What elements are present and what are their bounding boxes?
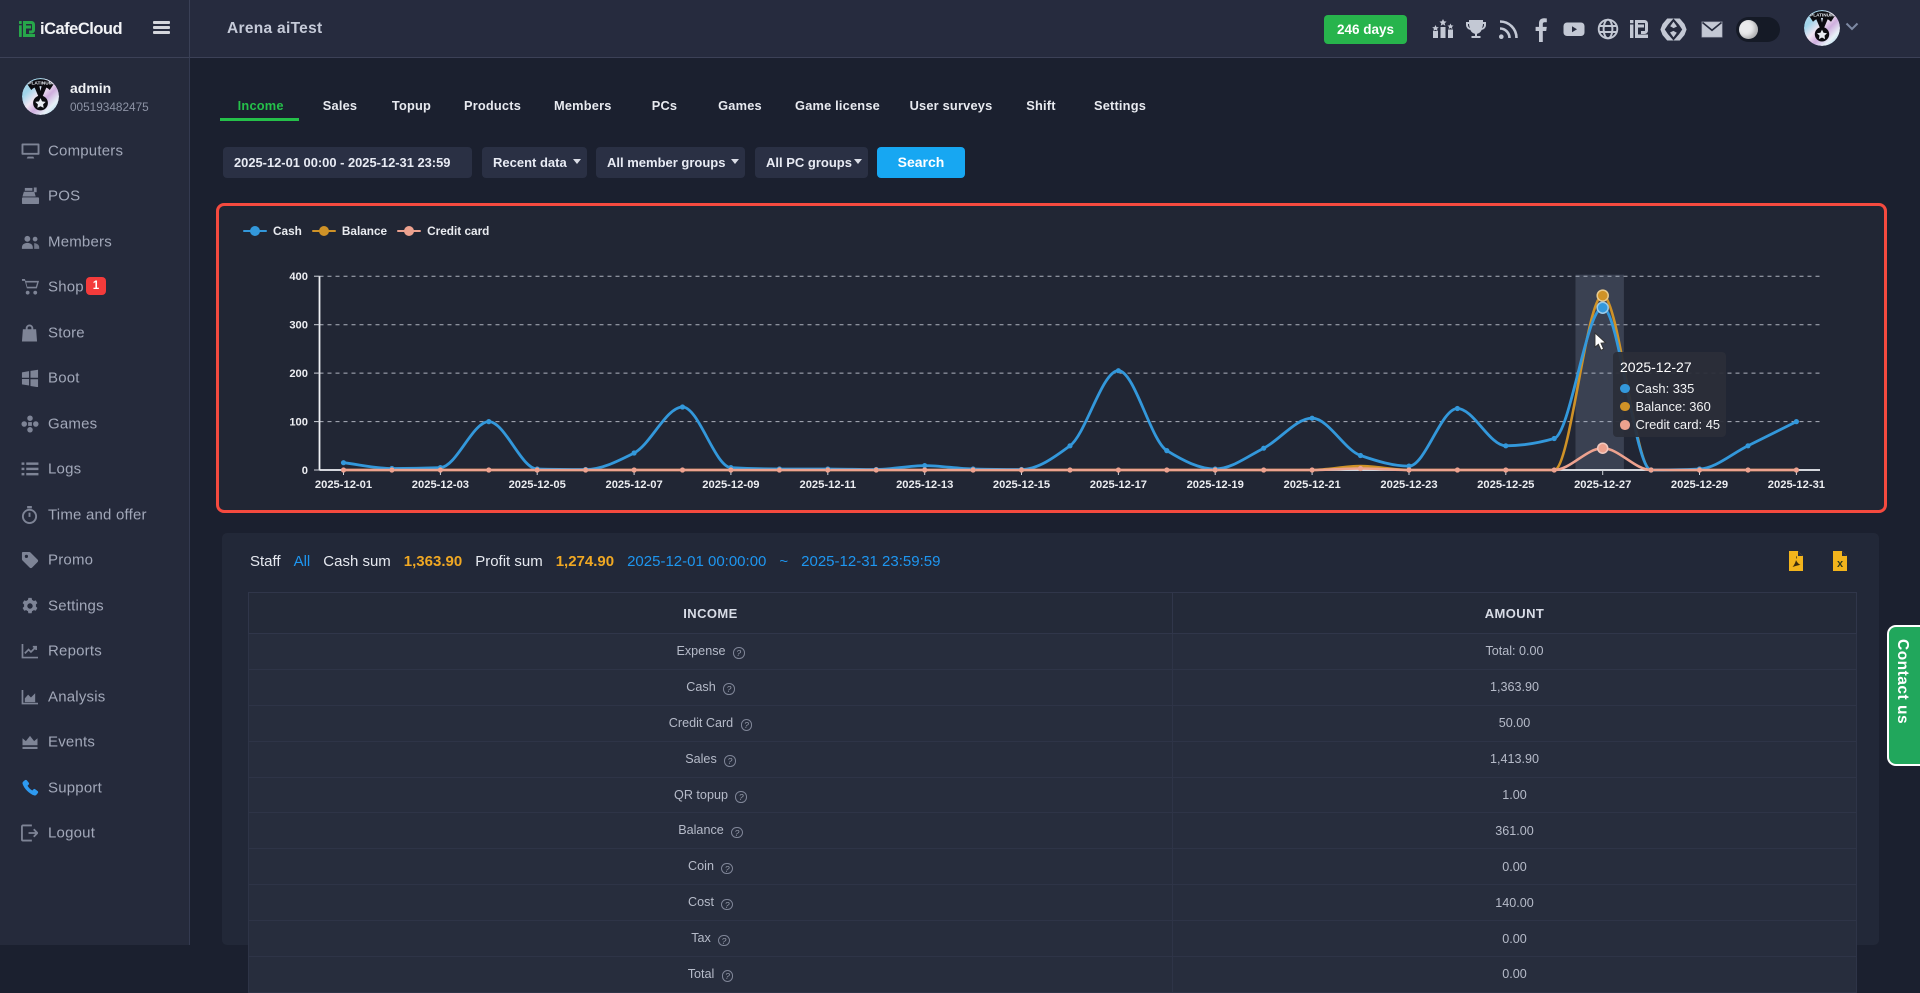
svg-text:2025-12-17: 2025-12-17 (1089, 479, 1146, 491)
svg-text:2025-12-23: 2025-12-23 (1380, 479, 1437, 491)
svg-text:2025-12-29: 2025-12-29 (1670, 479, 1727, 491)
svg-text:PLATINUM: PLATINUM (28, 81, 52, 87)
svg-text:2025-12-25: 2025-12-25 (1477, 479, 1534, 491)
svg-text:2025-12-09: 2025-12-09 (702, 479, 759, 491)
svg-text:x: x (1837, 558, 1844, 570)
svg-text:2025-12-03: 2025-12-03 (411, 479, 468, 491)
svg-text:300: 300 (289, 319, 308, 331)
svg-text:2025-12-05: 2025-12-05 (508, 479, 565, 491)
svg-text:2025-12-31: 2025-12-31 (1767, 479, 1824, 491)
svg-text:200: 200 (289, 368, 308, 380)
svg-text:2025-12-07: 2025-12-07 (605, 479, 662, 491)
svg-text:2025-12-15: 2025-12-15 (992, 479, 1049, 491)
svg-text:400: 400 (289, 271, 308, 283)
svg-text:0: 0 (301, 465, 307, 477)
svg-text:2025-12-01: 2025-12-01 (314, 479, 371, 491)
svg-text:2025-12-19: 2025-12-19 (1186, 479, 1243, 491)
svg-text:2025-12-27: 2025-12-27 (1574, 479, 1631, 491)
svg-text:100: 100 (289, 416, 308, 428)
svg-text:2025-12-21: 2025-12-21 (1283, 479, 1340, 491)
svg-text:2025-12-11: 2025-12-11 (799, 479, 856, 491)
svg-text:2025-12-13: 2025-12-13 (896, 479, 953, 491)
svg-text:PLATINUM: PLATINUM (1810, 12, 1834, 17)
